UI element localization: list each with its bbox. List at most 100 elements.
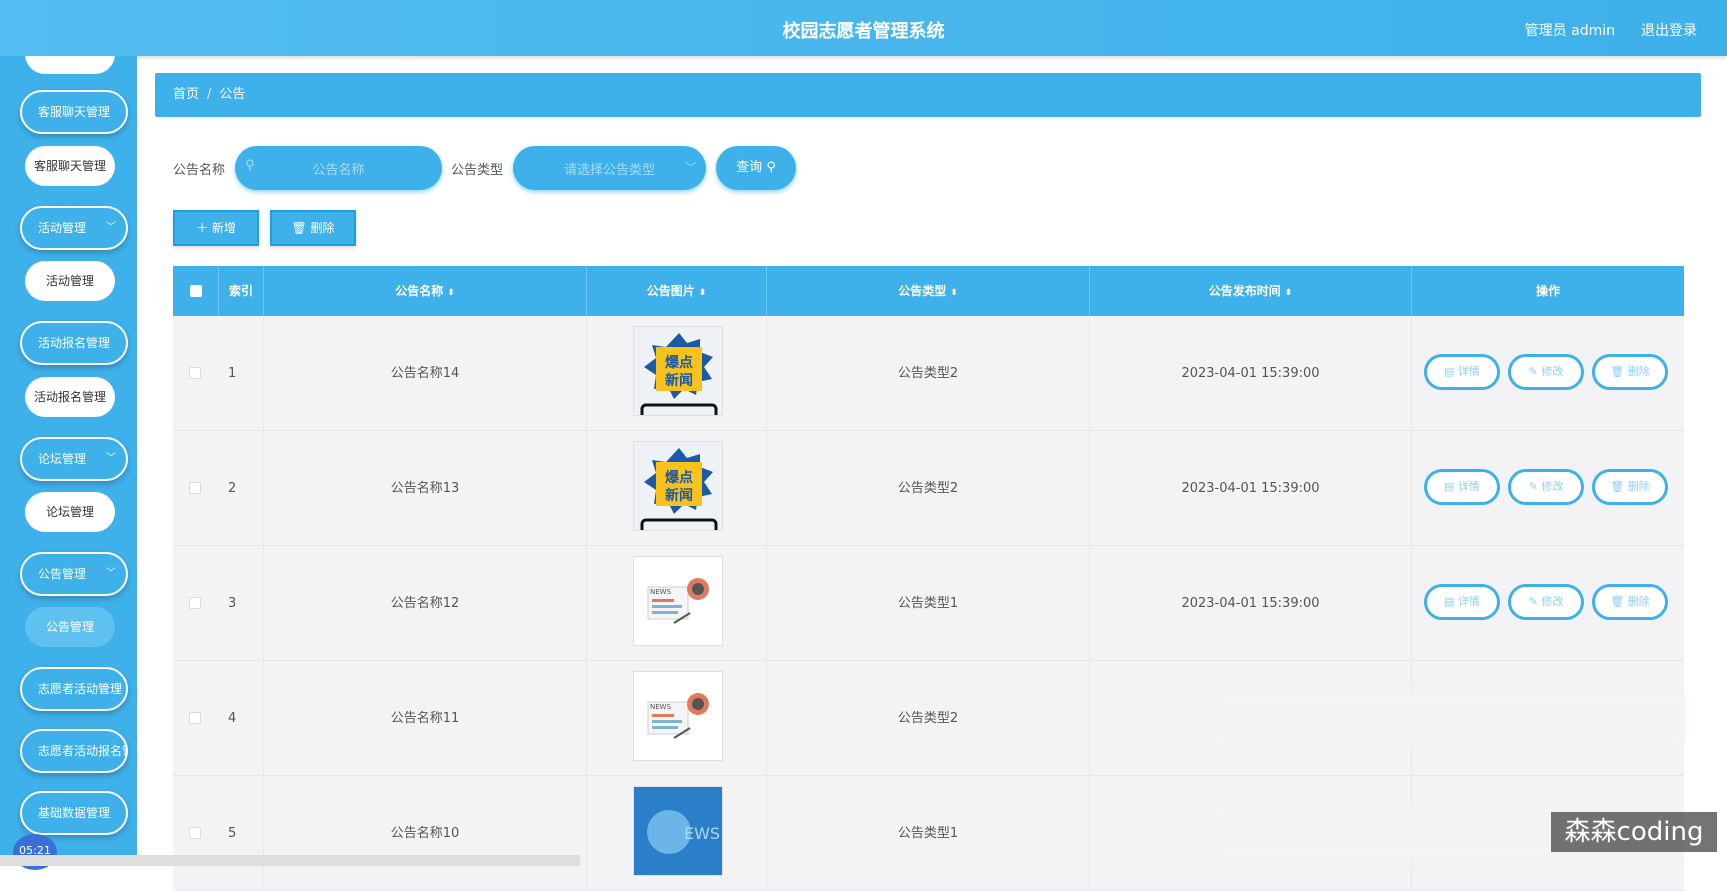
sort-icon: ⬍ (1284, 288, 1293, 298)
header-ops: 操作 (1535, 284, 1560, 298)
table-row: 3 公告名称12 NEWS 公告类型1 2023-04-01 15:39:00 … (173, 546, 1684, 661)
document-icon: ▤ (1444, 365, 1458, 378)
name-search-input[interactable]: ⚲ 公告名称 (235, 146, 442, 190)
browser-status-bar (0, 855, 580, 866)
edit-button[interactable]: ✎ 修改 (1508, 354, 1584, 390)
current-user: 管理员 admin (1524, 23, 1615, 39)
delete-button[interactable]: 🗑 删除 (1592, 584, 1668, 620)
sidebar-item-notice[interactable]: 公告管理 (25, 607, 115, 647)
document-icon: ▤ (1444, 480, 1458, 493)
detail-button[interactable]: ▤ 详情 (1424, 584, 1500, 620)
add-button[interactable]: ＋ 新增 (173, 210, 259, 246)
cell-name: 公告名称10 (264, 776, 587, 891)
sort-icon: ⬍ (447, 288, 455, 298)
sort-icon: ⬍ (698, 288, 707, 298)
svg-text:EWS: EWS (684, 824, 720, 843)
header-type[interactable]: 公告类型 ⬍ (767, 266, 1090, 316)
row-checkbox[interactable] (189, 597, 201, 609)
table-row: 4 公告名称11 NEWS 公告类型2 202 (173, 661, 1684, 776)
trash-icon: 🗑 (1610, 480, 1628, 493)
delete-button[interactable]: 🗑 删除 (1592, 469, 1668, 505)
sidebar-group-basic-data[interactable]: 基础数据管理 (20, 791, 128, 835)
header-image[interactable]: 公告图片 ⬍ (587, 266, 767, 316)
detail-label: 详情 (1457, 480, 1480, 493)
cell-name: 公告名称12 (264, 546, 587, 661)
sidebar-group-forum[interactable]: 论坛管理 ﹀ (20, 437, 128, 481)
app-title: 校园志愿者管理系统 (782, 21, 945, 42)
type-select[interactable]: 请选择公告类型 ﹀ (513, 146, 706, 190)
trash-icon: 🗑 (291, 221, 311, 235)
detail-button[interactable]: ▤ 详情 (1424, 469, 1500, 505)
cell-name: 公告名称14 (264, 316, 587, 431)
delete-label: 删除 (1627, 480, 1650, 493)
sidebar-item-signup[interactable]: 活动报名管理 (25, 377, 115, 417)
batch-delete-label: 删除 (310, 221, 335, 235)
logout-link[interactable]: 退出登录 (1641, 20, 1697, 40)
table-row: 5 公告名称10 EWS 公告类型1 202 (173, 776, 1684, 891)
cell-type: 公告类型2 (767, 431, 1090, 546)
row-checkbox[interactable] (189, 367, 201, 379)
cell-type: 公告类型2 (767, 661, 1090, 776)
chevron-down-icon: ﹀ (106, 453, 116, 464)
detail-button[interactable]: ▤ 详情 (1424, 354, 1500, 390)
edit-button[interactable]: ✎ 修改 (1508, 469, 1584, 505)
row-checkbox[interactable] (189, 827, 201, 839)
header-name[interactable]: 公告名称 ⬍ (264, 266, 587, 316)
detail-label: 详情 (1457, 595, 1480, 608)
cell-type: 公告类型1 (767, 546, 1090, 661)
header-index: 索引 (219, 266, 264, 316)
sidebar-group-label: 公告管理 (38, 567, 87, 581)
chevron-down-icon: ﹀ (106, 568, 116, 579)
row-checkbox[interactable] (189, 712, 201, 724)
sidebar-group-signup[interactable]: 活动报名管理 (20, 321, 128, 365)
sidebar-group-label: 志愿者活动报名管理 (38, 744, 126, 758)
cell-time: 2023-04-01 15:39:00 (1090, 546, 1412, 661)
sidebar-group-chat[interactable]: 客服聊天管理 (20, 90, 128, 134)
sidebar-group-label: 论坛管理 (38, 452, 87, 466)
search-icon: ⚲ (766, 160, 776, 175)
svg-text:NEWS: NEWS (650, 588, 672, 596)
edit-label: 修改 (1541, 480, 1564, 493)
cell-time: 2023-04-01 15:39:00 (1090, 431, 1412, 546)
breadcrumb-home[interactable]: 首页 (173, 87, 199, 102)
type-select-placeholder: 请选择公告类型 (563, 163, 655, 178)
query-button[interactable]: 查询 ⚲ (716, 146, 796, 190)
sidebar-group-volunteer-activity[interactable]: 志愿者活动管理 (20, 667, 128, 711)
sidebar-group-activity[interactable]: 活动管理 ﹀ (20, 206, 128, 250)
sidebar-group-notice[interactable]: 公告管理 ﹀ (20, 552, 128, 596)
cell-ops: ▤ 详情 ✎ 修改 🗑 删除 (1412, 431, 1684, 546)
sidebar-group-label: 客服聊天管理 (38, 105, 111, 119)
delete-label: 删除 (1627, 365, 1650, 378)
sidebar-group-label: 活动报名管理 (38, 336, 111, 350)
detail-label: 详情 (1457, 365, 1480, 378)
svg-text:NEWS: NEWS (650, 703, 672, 711)
watermark: 森森coding (1551, 812, 1717, 852)
notice-image: NEWS (633, 556, 723, 646)
news-globe-image: EWS (634, 787, 722, 875)
row-checkbox[interactable] (189, 482, 201, 494)
sidebar-item-forum[interactable]: 论坛管理 (25, 492, 115, 532)
type-search-label: 公告类型 (451, 163, 504, 178)
header-time[interactable]: 公告发布时间 ⬍ (1090, 266, 1412, 316)
sidebar-item-activity[interactable]: 活动管理 (25, 261, 115, 301)
delete-button[interactable]: 🗑 删除 (1592, 354, 1668, 390)
cell-ops: ▤ 详情 ✎ 修改 🗑 删除 (1412, 546, 1684, 661)
sidebar-group-label: 志愿者活动管理 (38, 682, 123, 696)
sidebar-item-hidden[interactable] (25, 56, 115, 74)
sidebar-item-chat[interactable]: 客服聊天管理 (25, 146, 115, 186)
edit-label: 修改 (1541, 365, 1564, 378)
notice-image: 爆点 新闻 (633, 441, 723, 531)
delete-label: 删除 (1627, 595, 1650, 608)
notice-image: NEWS (633, 671, 723, 761)
svg-text:爆点: 爆点 (665, 469, 693, 486)
batch-delete-button[interactable]: 🗑 删除 (270, 210, 356, 246)
notice-image: 爆点 新闻 (633, 326, 723, 416)
blur-overlay (1213, 691, 1684, 746)
edit-button[interactable]: ✎ 修改 (1508, 584, 1584, 620)
cell-type: 公告类型2 (767, 316, 1090, 431)
cell-type: 公告类型1 (767, 776, 1090, 891)
select-all-checkbox[interactable] (190, 285, 202, 297)
cell-index: 2 (219, 431, 264, 546)
sidebar-group-volunteer-signup[interactable]: 志愿者活动报名管理 (20, 729, 128, 773)
table-header: 索引 公告名称 ⬍ 公告图片 ⬍ 公告类型 ⬍ 公告发布时间 ⬍ 操作 (173, 266, 1684, 316)
